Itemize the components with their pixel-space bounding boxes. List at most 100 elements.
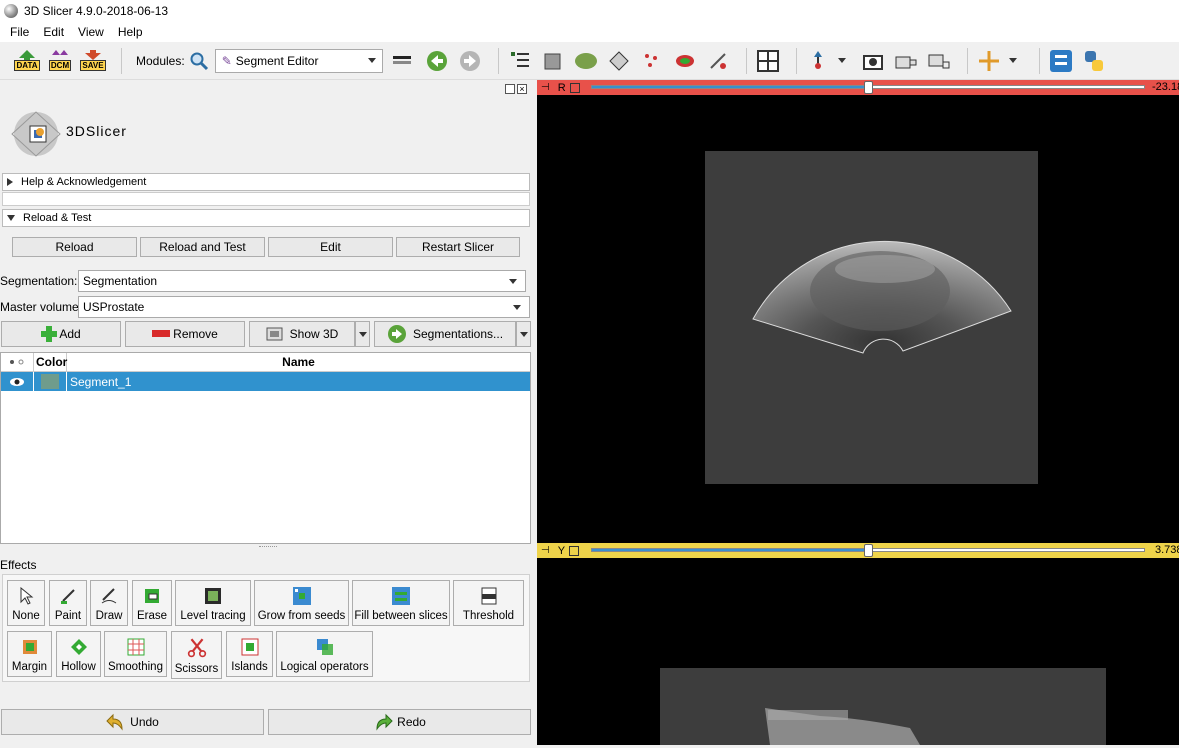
redo-button[interactable]: Redo xyxy=(268,709,531,735)
help-acknowledgement-section[interactable]: Help & Acknowledgement xyxy=(2,173,530,191)
table-row[interactable]: Segment_1 xyxy=(1,372,530,391)
remove-segment-label: Remove xyxy=(173,327,218,341)
master-volume-value: USProstate xyxy=(83,300,145,314)
load-dicom-button[interactable]: DCM xyxy=(47,48,73,74)
name-header[interactable]: Name xyxy=(67,353,530,371)
reload-and-test-button[interactable]: Reload and Test xyxy=(140,237,265,257)
islands-icon xyxy=(241,638,258,656)
edit-button[interactable]: Edit xyxy=(268,237,393,257)
python-console-button[interactable] xyxy=(1081,48,1107,74)
effect-logical-operators[interactable]: Logical operators xyxy=(276,631,373,677)
undo-button[interactable]: Undo xyxy=(1,709,264,735)
reload-button[interactable]: Reload xyxy=(12,237,137,257)
segment-name-cell[interactable]: Segment_1 xyxy=(67,375,530,389)
splitter-handle[interactable] xyxy=(259,546,277,548)
forward-button[interactable] xyxy=(457,48,483,74)
chevron-down-icon[interactable] xyxy=(837,58,846,63)
markups-module-button[interactable] xyxy=(639,48,665,74)
crosshair-axes-button[interactable] xyxy=(805,48,831,74)
slice-offset-value: -23.18 xyxy=(1152,81,1179,93)
mouse-mode-button[interactable] xyxy=(976,48,1002,74)
load-data-button[interactable]: DATA xyxy=(14,48,40,74)
effect-draw[interactable]: Draw xyxy=(90,580,128,626)
segmentations-button[interactable]: Segmentations... xyxy=(374,321,516,347)
back-button[interactable] xyxy=(424,48,450,74)
effect-none[interactable]: None xyxy=(7,580,45,626)
effect-level-tracing[interactable]: Level tracing xyxy=(175,580,251,626)
color-cell[interactable] xyxy=(34,372,67,391)
module-history-button[interactable] xyxy=(391,48,417,74)
visibility-cell[interactable] xyxy=(1,372,34,391)
models-module-button[interactable] xyxy=(573,48,599,74)
transforms-module-button[interactable] xyxy=(606,48,632,74)
undock-icon[interactable] xyxy=(505,84,515,94)
scene-restore-button[interactable] xyxy=(926,48,952,74)
module-history-icon xyxy=(392,55,411,64)
effect-fill-between-slices[interactable]: Fill between slices xyxy=(352,580,450,626)
effect-paint[interactable]: Paint xyxy=(49,580,87,626)
extension-manager-button[interactable] xyxy=(1048,48,1074,74)
logical-operators-icon xyxy=(316,639,333,655)
view-letter: Y xyxy=(557,544,566,557)
show-3d-button[interactable]: Show 3D xyxy=(249,321,355,347)
crosshair-icon xyxy=(978,50,999,71)
effect-islands[interactable]: Islands xyxy=(226,631,273,677)
menu-help[interactable]: Help xyxy=(118,25,143,39)
effect-margin[interactable]: Margin xyxy=(7,631,52,677)
visibility-header[interactable] xyxy=(1,353,34,371)
menu-view[interactable]: View xyxy=(78,25,104,39)
effect-hollow[interactable]: Hollow xyxy=(56,631,101,677)
fill-between-slices-icon xyxy=(392,587,410,605)
effect-grow-from-seeds[interactable]: Grow from seeds xyxy=(254,580,349,626)
chevron-down-icon xyxy=(358,331,367,337)
segment-editor-icon: ✎ xyxy=(221,53,232,68)
effect-label: Grow from seeds xyxy=(257,610,346,622)
remove-segment-button[interactable]: Remove xyxy=(125,321,245,347)
save-data-button[interactable]: SAVE xyxy=(80,48,106,74)
pin-icon[interactable]: ⊣ xyxy=(541,545,550,556)
segmentations-dropdown[interactable] xyxy=(516,321,531,347)
effect-erase[interactable]: Erase xyxy=(132,580,172,626)
plus-icon xyxy=(41,326,58,342)
slice-offset-value: 3.738 xyxy=(1155,544,1179,556)
segmentation-selector[interactable]: Segmentation xyxy=(78,270,526,292)
slice-offset-slider-handle[interactable] xyxy=(864,544,873,557)
chevron-down-icon[interactable] xyxy=(1008,58,1017,63)
pin-icon[interactable]: ⊣ xyxy=(541,82,550,93)
slice-offset-slider-handle[interactable] xyxy=(864,81,873,94)
eye-visibility-icon xyxy=(10,359,24,365)
layout-button[interactable] xyxy=(755,48,781,74)
menu-edit[interactable]: Edit xyxy=(43,25,64,39)
reload-test-section[interactable]: Reload & Test xyxy=(2,209,530,227)
master-volume-selector[interactable]: USProstate xyxy=(78,296,530,318)
screenshot-button[interactable] xyxy=(860,48,886,74)
add-segment-button[interactable]: Add xyxy=(1,321,121,347)
view-letter: R xyxy=(557,81,566,94)
effect-threshold[interactable]: Threshold xyxy=(453,580,524,626)
segmentations-label: Segmentations... xyxy=(412,327,504,341)
segments-table[interactable]: Color Name Segment_1 xyxy=(0,352,531,544)
link-icon[interactable] xyxy=(569,82,580,93)
close-icon[interactable]: × xyxy=(517,84,527,94)
restart-slicer-button[interactable]: Restart Slicer xyxy=(396,237,520,257)
link-icon[interactable] xyxy=(569,545,580,556)
module-selector[interactable]: ✎ Segment Editor xyxy=(214,48,383,73)
scene-view-button[interactable] xyxy=(893,48,919,74)
segmentations-icon xyxy=(675,54,694,67)
slicer-logo-icon xyxy=(11,111,61,157)
menu-file[interactable]: File xyxy=(10,25,29,39)
python-icon xyxy=(1084,50,1103,71)
data-module-button[interactable] xyxy=(507,48,533,74)
effect-scissors[interactable]: Scissors xyxy=(171,631,222,679)
segment-color-swatch[interactable] xyxy=(41,374,59,389)
expand-arrow-icon xyxy=(7,178,13,186)
effect-smoothing[interactable]: Smoothing xyxy=(104,631,167,677)
segment-editor-module-button[interactable] xyxy=(705,48,731,74)
show-3d-dropdown[interactable] xyxy=(355,321,370,347)
volumes-module-button[interactable] xyxy=(540,48,566,74)
color-header[interactable]: Color xyxy=(34,353,67,371)
segmentations-module-button[interactable] xyxy=(672,48,698,74)
yellow-slice-view[interactable]: ⊣ Y 3.738 xyxy=(537,543,1179,745)
search-icon[interactable] xyxy=(189,51,209,71)
red-slice-view[interactable]: ⊣ R -23.18 xyxy=(537,80,1179,543)
